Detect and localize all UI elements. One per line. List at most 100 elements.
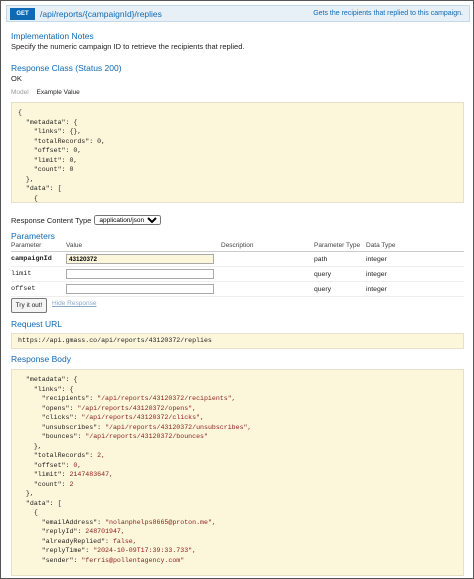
json-key: "emailAddress": — [18, 518, 106, 526]
operation-path[interactable]: /api/reports/{campaignId}/replies — [40, 9, 162, 19]
swagger-operation-panel: GET /api/reports/{campaignId}/replies Ge… — [0, 0, 474, 579]
json-value: 2147483647, — [69, 471, 113, 478]
code-line: "links": {}, — [18, 128, 82, 135]
response-body-heading: Response Body — [11, 354, 72, 364]
http-method-badge[interactable]: GET — [10, 7, 35, 20]
hide-response-link[interactable]: Hide Response — [52, 300, 96, 307]
code-line: "metadata": { — [18, 375, 457, 385]
column-header: Parameter — [11, 242, 42, 249]
parameter-row-limit: limit query integer — [11, 267, 464, 282]
model-tabs: Model Example Value — [11, 89, 80, 96]
code-line: "opens": "/api/reports/43120372/opens", — [18, 404, 457, 414]
limit-input[interactable] — [66, 269, 214, 279]
code-line: "alreadyReplied": false, — [18, 537, 457, 547]
code-line: "emailAddress": "nolanphelps8665@proton.… — [18, 518, 457, 528]
json-value: "nolanphelps8665@proton.me", — [105, 518, 216, 526]
json-key: "count": — [18, 480, 70, 488]
json-value: "/api/reports/43120372/opens", — [77, 404, 197, 412]
json-key: "limit": — [18, 471, 70, 478]
json-key: }, — [18, 442, 42, 450]
json-key: "sender": — [18, 556, 82, 564]
column-header: Parameter Type — [314, 242, 361, 249]
json-value: false, — [112, 537, 137, 545]
json-value: "/api/reports/43120372/clicks", — [81, 414, 204, 421]
code-line: }, — [18, 442, 457, 452]
tab-model[interactable]: Model — [11, 89, 29, 96]
json-value: "ferris@pollentagency.com" — [81, 556, 185, 564]
parameters-heading: Parameters — [11, 231, 55, 241]
response-content-type-label: Response Content Type — [11, 215, 92, 225]
json-key: "replyTime": — [18, 547, 94, 554]
json-key: "links": { — [18, 385, 74, 393]
json-value: 2, — [97, 452, 106, 459]
json-key: "offset": — [18, 461, 74, 469]
code-line: "limit": 0, — [18, 156, 78, 164]
parameter-type: path — [314, 255, 328, 263]
json-key: "bounces": — [18, 433, 86, 440]
code-line: "metadata": { — [18, 118, 78, 126]
column-header: Data Type — [366, 242, 396, 249]
example-value-code[interactable]: { "metadata": { "links": {}, "totalRecor… — [11, 102, 464, 203]
implementation-notes-text: Specify the numeric campaign ID to retri… — [11, 42, 245, 51]
response-content-type-select[interactable]: application/json — [94, 215, 162, 225]
json-key: "clicks": — [18, 414, 82, 421]
data-type: integer — [366, 255, 387, 263]
code-line: "unsubscribes": "/api/reports/43120372/u… — [18, 423, 457, 433]
response-content-type: Response Content Type application/json — [11, 215, 162, 225]
code-line: "limit": 2147483647, — [18, 470, 457, 480]
column-header: Value — [66, 242, 83, 249]
code-line: "sender": "ferris@pollentagency.com" — [18, 556, 457, 566]
json-value: "/api/reports/43120372/bounces" — [85, 433, 208, 440]
code-line: "data": [ — [18, 499, 457, 509]
campaignid-input[interactable] — [66, 254, 214, 264]
json-key: "data": [ — [18, 499, 62, 507]
offset-input[interactable] — [66, 284, 214, 294]
tab-example-value[interactable]: Example Value — [37, 89, 80, 96]
request-url-value[interactable]: https://api.gmass.co/api/reports/4312037… — [11, 333, 464, 349]
json-key: "replyId": — [18, 528, 86, 535]
data-type: integer — [366, 270, 387, 278]
json-key: "alreadyReplied": — [18, 537, 113, 545]
response-class-heading: Response Class (Status 200) — [11, 63, 122, 73]
try-it-out-button[interactable]: Try it out! — [11, 298, 47, 313]
json-value: 2 — [69, 480, 74, 488]
json-key: "opens": — [18, 404, 78, 412]
code-line: "data": [ — [18, 185, 62, 192]
response-class-text: OK — [11, 74, 22, 83]
json-value: 0, — [73, 461, 82, 469]
code-line: "clicks": "/api/reports/43120372/clicks"… — [18, 413, 457, 423]
code-line: { — [18, 194, 38, 202]
column-header: Description — [221, 242, 254, 249]
code-line: "offset": 0, — [18, 147, 82, 154]
code-line: { — [18, 508, 457, 518]
code-line: "count": 0 — [18, 166, 74, 173]
code-line: "totalRecords": 2, — [18, 451, 457, 461]
json-value: "/api/reports/43120372/recipients", — [97, 395, 236, 402]
code-line: }, — [18, 175, 34, 183]
request-url-heading: Request URL — [11, 319, 63, 329]
code-line: "replyId": 248701947, — [18, 527, 457, 537]
code-line: { — [18, 109, 22, 116]
code-line: "totalRecords": 0, — [18, 137, 106, 145]
parameters-header-row: Parameter Value Description Parameter Ty… — [11, 242, 464, 252]
parameter-name: offset — [11, 285, 36, 293]
operation-summary[interactable]: Gets the recipients that replied to this… — [313, 10, 463, 17]
json-value: 248701947, — [85, 528, 125, 535]
operation-header[interactable]: GET /api/reports/{campaignId}/replies Ge… — [6, 5, 470, 22]
code-line: "count": 2 — [18, 480, 457, 490]
parameter-name: limit — [11, 270, 32, 278]
json-key: "unsubscribes": — [18, 423, 106, 431]
json-key: "totalRecords": — [18, 452, 98, 459]
parameters-table: Parameter Value Description Parameter Ty… — [11, 242, 464, 297]
code-line: "links": { — [18, 385, 457, 395]
parameter-type: query — [314, 270, 332, 278]
data-type: integer — [366, 285, 387, 293]
json-key: }, — [18, 490, 34, 497]
json-key: "metadata": { — [18, 376, 78, 383]
code-line: }, — [18, 489, 457, 499]
implementation-notes-heading: Implementation Notes — [11, 31, 94, 41]
parameter-name: campaignId — [11, 255, 52, 263]
parameter-row-offset: offset query integer — [11, 282, 464, 297]
response-body-code[interactable]: "metadata": { "links": { "recipients": "… — [11, 369, 464, 576]
parameter-type: query — [314, 285, 332, 293]
